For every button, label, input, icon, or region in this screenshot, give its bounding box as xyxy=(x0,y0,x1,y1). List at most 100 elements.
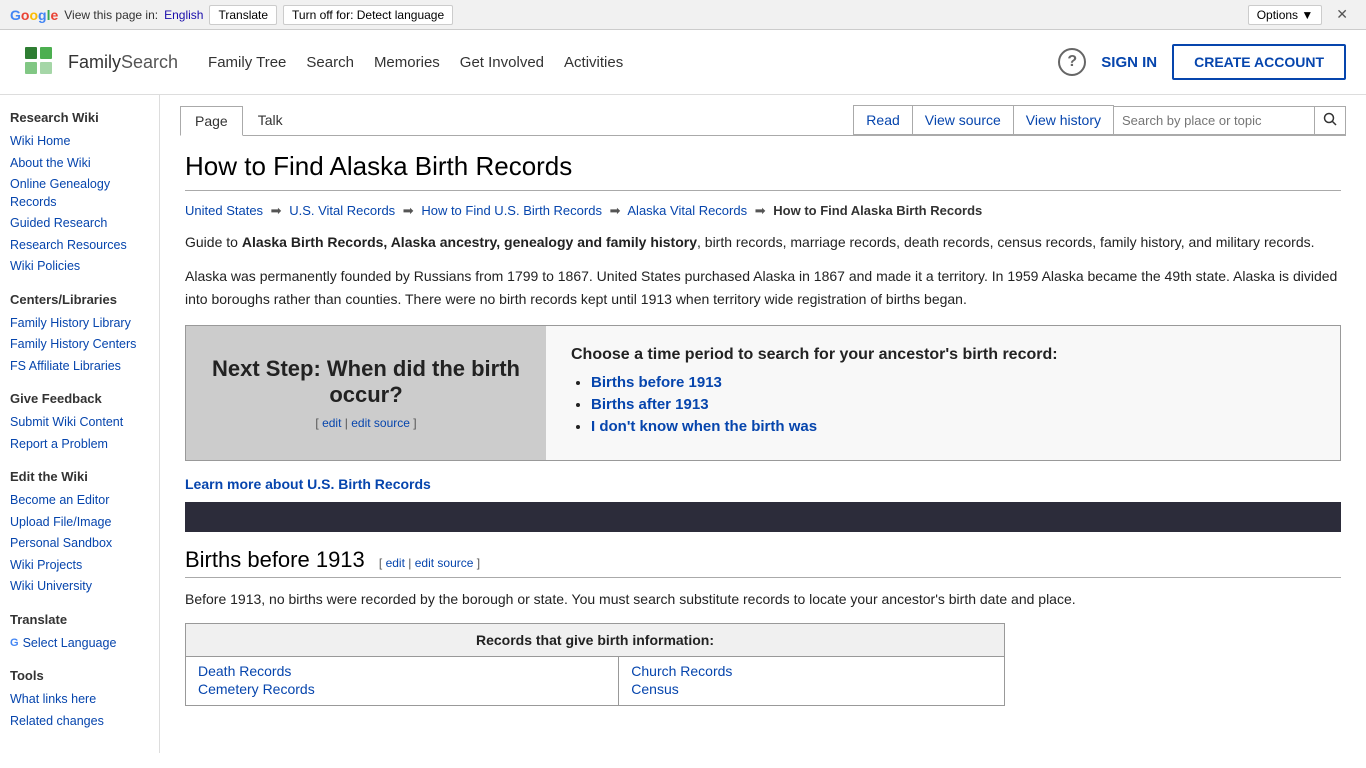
sidebar-section-translate-title: Translate xyxy=(10,612,149,627)
cemetery-records-link[interactable]: Cemetery Records xyxy=(198,681,606,697)
google-logo: Google xyxy=(10,7,58,23)
births-after-1913-link[interactable]: Births after 1913 xyxy=(591,396,709,413)
sidebar-item-upload-file[interactable]: Upload File/Image xyxy=(10,512,149,534)
breadcrumb-us[interactable]: United States xyxy=(185,203,263,218)
sign-in-button[interactable]: SIGN IN xyxy=(1101,54,1157,71)
sidebar: Research Wiki Wiki Home About the Wiki O… xyxy=(0,95,160,753)
close-translate-button[interactable]: ✕ xyxy=(1328,4,1356,25)
choose-title: Choose a time period to search for your … xyxy=(571,346,1315,364)
section1-edit-links: [ edit | edit source ] xyxy=(379,556,480,570)
sidebar-section-tools-title: Tools xyxy=(10,668,149,683)
view-text: View this page in: xyxy=(64,8,158,22)
nav-search[interactable]: Search xyxy=(306,54,354,71)
info-box-edit-links: [ edit | edit source ] xyxy=(315,416,416,430)
sidebar-item-related-changes[interactable]: Related changes xyxy=(10,711,149,733)
sidebar-item-what-links[interactable]: What links here xyxy=(10,689,149,711)
logo-text: FamilySearch xyxy=(68,52,178,73)
sidebar-section-edit-title: Edit the Wiki xyxy=(10,469,149,484)
search-icon xyxy=(1323,112,1337,126)
breadcrumb-vital-records[interactable]: U.S. Vital Records xyxy=(289,203,395,218)
translate-bar: Google View this page in: English Transl… xyxy=(0,0,1366,30)
learn-more-link[interactable]: Learn more about U.S. Birth Records xyxy=(185,476,1341,492)
wiki-search-box xyxy=(1113,106,1346,135)
layout: Research Wiki Wiki Home About the Wiki O… xyxy=(0,95,1366,753)
main-nav: Family Tree Search Memories Get Involved… xyxy=(208,54,623,71)
sidebar-section-research-wiki-title: Research Wiki xyxy=(10,110,149,125)
create-account-button[interactable]: CREATE ACCOUNT xyxy=(1172,44,1346,80)
sidebar-item-family-history-library[interactable]: Family History Library xyxy=(10,313,149,335)
sidebar-item-wiki-policies[interactable]: Wiki Policies xyxy=(10,256,149,278)
table-header: Records that give birth information: xyxy=(186,623,1005,656)
info-box: Next Step: When did the birth occur? [ e… xyxy=(185,325,1341,461)
article-title: How to Find Alaska Birth Records xyxy=(185,151,1341,191)
next-step-text: Next Step: When did the birth occur? xyxy=(206,356,526,408)
table-cell-death-records: Death Records Cemetery Records xyxy=(186,656,619,705)
sidebar-item-wiki-university[interactable]: Wiki University xyxy=(10,576,149,598)
sidebar-item-report-problem[interactable]: Report a Problem xyxy=(10,434,149,456)
section1-heading: Births before 1913 [ edit | edit source … xyxy=(185,547,1341,578)
nav-activities[interactable]: Activities xyxy=(564,54,623,71)
list-item: Births before 1913 xyxy=(591,374,1315,391)
sidebar-section-centers-title: Centers/Libraries xyxy=(10,292,149,307)
wiki-search-button[interactable] xyxy=(1314,107,1345,134)
translate-button[interactable]: Translate xyxy=(209,5,277,25)
body-paragraph: Alaska was permanently founded by Russia… xyxy=(185,265,1341,310)
sidebar-item-wiki-projects[interactable]: Wiki Projects xyxy=(10,555,149,577)
list-item: Births after 1913 xyxy=(591,396,1315,413)
left-tabs: Page Talk xyxy=(180,105,298,135)
tab-page[interactable]: Page xyxy=(180,106,243,136)
translate-widget[interactable]: G Select Language xyxy=(10,633,149,655)
death-records-link[interactable]: Death Records xyxy=(198,663,606,679)
sidebar-item-research-resources[interactable]: Research Resources xyxy=(10,235,149,257)
main-content: Page Talk Read View source View history xyxy=(160,95,1366,753)
select-language-link[interactable]: Select Language xyxy=(23,633,117,655)
info-edit-source-link[interactable]: edit source xyxy=(351,416,410,430)
sidebar-item-become-editor[interactable]: Become an Editor xyxy=(10,490,149,512)
dark-bar xyxy=(185,502,1341,532)
tab-view-source[interactable]: View source xyxy=(912,105,1014,135)
nav-family-tree[interactable]: Family Tree xyxy=(208,54,286,71)
intro-bold: Alaska Birth Records, Alaska ancestry, g… xyxy=(242,234,697,250)
section1-body: Before 1913, no births were recorded by … xyxy=(185,588,1341,610)
sidebar-item-personal-sandbox[interactable]: Personal Sandbox xyxy=(10,533,149,555)
breadcrumb-us-birth[interactable]: How to Find U.S. Birth Records xyxy=(421,203,602,218)
church-records-link[interactable]: Church Records xyxy=(631,663,992,679)
records-table: Records that give birth information: Dea… xyxy=(185,623,1005,706)
sidebar-item-wiki-home[interactable]: Wiki Home xyxy=(10,131,149,153)
tab-talk[interactable]: Talk xyxy=(243,105,298,135)
table-cell-church-records: Church Records Census xyxy=(619,656,1005,705)
header-right: ? SIGN IN CREATE ACCOUNT xyxy=(1058,44,1346,80)
census-link[interactable]: Census xyxy=(631,681,992,697)
tab-bar: Page Talk Read View source View history xyxy=(180,95,1346,136)
sidebar-item-online-genealogy[interactable]: Online Genealogy Records xyxy=(10,174,149,213)
info-edit-link[interactable]: edit xyxy=(322,416,341,430)
header: FamilySearch Family Tree Search Memories… xyxy=(0,30,1366,95)
logo[interactable]: FamilySearch xyxy=(20,42,178,82)
right-tabs: Read View source View history xyxy=(854,105,1346,135)
nav-memories[interactable]: Memories xyxy=(374,54,440,71)
sidebar-item-guided-research[interactable]: Guided Research xyxy=(10,213,149,235)
breadcrumb-current: How to Find Alaska Birth Records xyxy=(773,203,982,218)
tab-read[interactable]: Read xyxy=(853,105,912,135)
dont-know-birth-link[interactable]: I don't know when the birth was xyxy=(591,418,817,435)
turnoff-button[interactable]: Turn off for: Detect language xyxy=(283,5,453,25)
info-box-right: Choose a time period to search for your … xyxy=(546,326,1340,460)
sidebar-item-family-history-centers[interactable]: Family History Centers xyxy=(10,334,149,356)
sidebar-item-about[interactable]: About the Wiki xyxy=(10,153,149,175)
births-before-1913-link[interactable]: Births before 1913 xyxy=(591,374,722,391)
sidebar-item-submit-wiki[interactable]: Submit Wiki Content xyxy=(10,412,149,434)
help-icon[interactable]: ? xyxy=(1058,48,1086,76)
intro-paragraph: Guide to Alaska Birth Records, Alaska an… xyxy=(185,231,1341,253)
options-button[interactable]: Options ▼ xyxy=(1248,5,1323,25)
wiki-search-input[interactable] xyxy=(1114,108,1314,133)
language-link[interactable]: English xyxy=(164,8,203,22)
choices-list: Births before 1913 Births after 1913 I d… xyxy=(571,374,1315,435)
list-item: I don't know when the birth was xyxy=(591,418,1315,435)
section1-edit-source-link[interactable]: edit source xyxy=(415,556,474,570)
table-row: Death Records Cemetery Records Church Re… xyxy=(186,656,1005,705)
section1-edit-link[interactable]: edit xyxy=(386,556,405,570)
tab-view-history[interactable]: View history xyxy=(1013,105,1114,135)
breadcrumb-alaska-vital[interactable]: Alaska Vital Records xyxy=(627,203,747,218)
nav-get-involved[interactable]: Get Involved xyxy=(460,54,544,71)
sidebar-item-fs-affiliate[interactable]: FS Affiliate Libraries xyxy=(10,356,149,378)
